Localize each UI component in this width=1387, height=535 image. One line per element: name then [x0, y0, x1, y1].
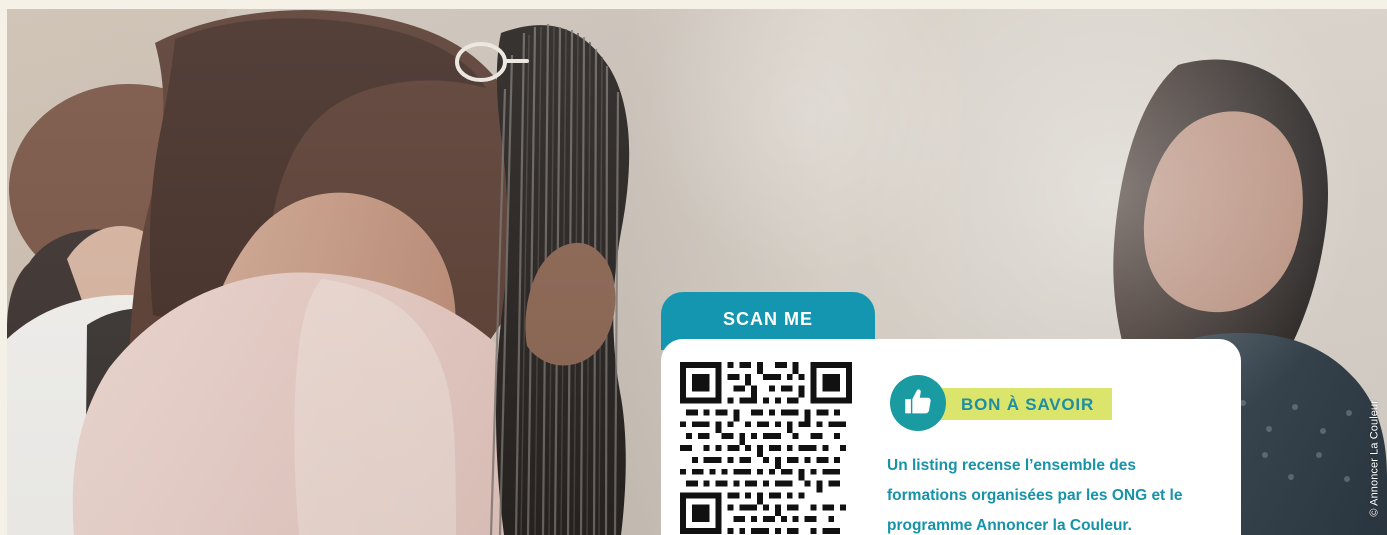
bon-a-savoir-text: Un listing recense l’ensemble des format… — [887, 451, 1219, 535]
qr-code-icon — [680, 362, 852, 534]
qr-code[interactable] — [680, 362, 852, 534]
thumbs-up-icon — [905, 389, 931, 414]
bon-a-savoir-block: BON À SAVOIR Un listing recense l’ensemb… — [887, 375, 1217, 534]
info-line-1: Un listing recense l’ensemble des — [887, 457, 1136, 474]
bon-a-savoir-header: BON À SAVOIR — [887, 375, 1217, 433]
scan-me-label: SCAN ME — [722, 309, 813, 329]
page: © Annoncer La Couleur SCAN ME BON À SAVO… — [0, 0, 1387, 535]
info-line-2: formations organisées par les ONG et le — [887, 487, 1183, 504]
bon-a-savoir-title: BON À SAVOIR — [961, 395, 1095, 414]
thumbs-up-badge — [890, 375, 946, 431]
info-card: BON À SAVOIR Un listing recense l’ensemb… — [661, 339, 1241, 535]
info-line-3: programme Annoncer la Couleur. — [887, 517, 1132, 534]
photo-credit: © Annoncer La Couleur — [1369, 400, 1381, 517]
